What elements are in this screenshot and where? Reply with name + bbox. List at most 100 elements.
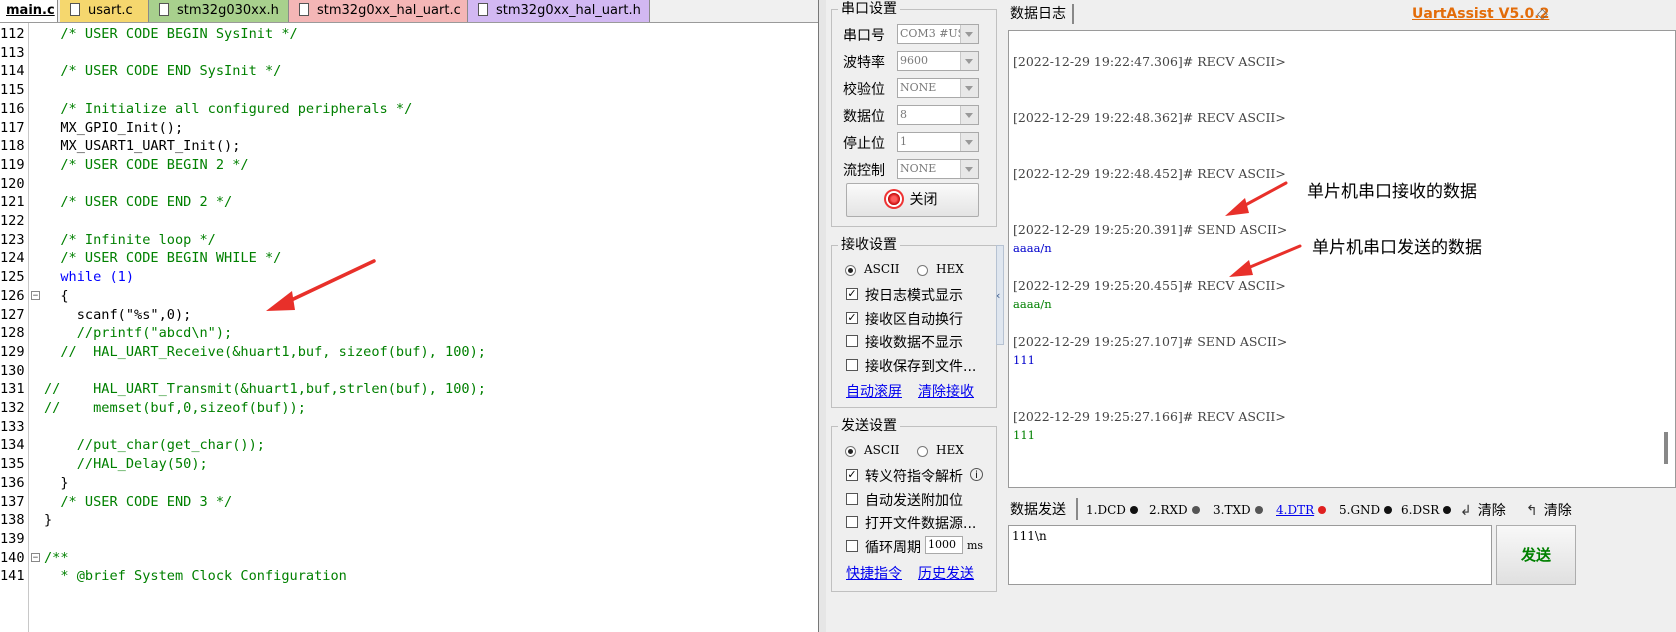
receive-log[interactable]: [2022-12-29 19:22:47.306]# RECV ASCII> [2…: [1008, 30, 1676, 488]
chevron-down-icon[interactable]: [960, 79, 978, 97]
code-line[interactable]: /* USER CODE BEGIN WHILE */: [44, 249, 281, 268]
option-label[interactable]: 打开文件数据源...: [865, 513, 976, 533]
history-send-link[interactable]: 历史发送: [918, 563, 974, 583]
info-icon[interactable]: i: [970, 468, 983, 481]
clear-recv-link[interactable]: 清除接收: [918, 381, 974, 401]
serial-field-select[interactable]: COM3 #USI: [897, 24, 979, 44]
recv-hex-radio[interactable]: [917, 265, 928, 276]
chevron-down-icon[interactable]: [960, 133, 978, 151]
send-hex-radio[interactable]: [917, 446, 928, 457]
code-line[interactable]: //put_char(get_char());: [44, 436, 265, 455]
serial-field-select[interactable]: 8: [897, 105, 979, 125]
code-line[interactable]: // HAL_UART_Receive(&huart1,buf, sizeof(…: [44, 343, 486, 362]
app-title-link[interactable]: UartAssist V5.0.2: [1412, 6, 1549, 22]
signal-led-icon: [1318, 506, 1327, 514]
log-scrollbar[interactable]: [1664, 432, 1668, 464]
option-checkbox[interactable]: [846, 539, 858, 552]
signal-led-icon: [1191, 506, 1200, 514]
option-label[interactable]: 转义符指令解析: [865, 466, 963, 486]
close-port-button[interactable]: 关闭: [846, 183, 979, 217]
chevron-down-icon[interactable]: [960, 52, 978, 70]
code-area[interactable]: 112 /* USER CODE BEGIN SysInit */113 114 …: [0, 23, 818, 632]
code-line[interactable]: /* USER CODE END 2 */: [44, 193, 232, 212]
code-line[interactable]: /* USER CODE END SysInit */: [44, 62, 281, 81]
line-number: 122: [0, 213, 25, 229]
option-label[interactable]: 自动发送附加位: [865, 490, 963, 510]
serial-field-select[interactable]: 9600: [897, 51, 979, 71]
quick-command-link[interactable]: 快捷指令: [846, 563, 902, 583]
code-line[interactable]: /* Infinite loop */: [44, 231, 216, 250]
send-hex-label: HEX: [936, 443, 964, 457]
serial-field-select[interactable]: NONE: [897, 159, 979, 179]
code-line[interactable]: //printf("abcd\n");: [44, 324, 233, 343]
code-line[interactable]: MX_USART1_UART_Init();: [44, 137, 240, 156]
signal-indicator: 3.TXD: [1213, 503, 1263, 517]
code-line[interactable]: MX_GPIO_Init();: [44, 119, 183, 138]
code-line[interactable]: /* Initialize all configured peripherals…: [44, 100, 412, 119]
code-line[interactable]: while (1): [44, 268, 134, 287]
option-checkbox[interactable]: [846, 358, 858, 371]
option-label[interactable]: 循环周期: [865, 537, 921, 557]
line-number: 125: [0, 269, 25, 286]
log-entry-header: [2022-12-29 19:25:20.391]# SEND ASCII>: [1013, 222, 1288, 237]
option-checkbox[interactable]: [846, 492, 858, 505]
chevron-down-icon[interactable]: [960, 106, 978, 124]
option-checkbox[interactable]: ✓: [846, 311, 858, 324]
log-entry-data: aaaa/n: [1013, 297, 1052, 311]
code-line[interactable]: /* USER CODE BEGIN SysInit */: [44, 25, 297, 44]
option-label[interactable]: 接收保存到文件...: [865, 356, 976, 376]
code-line[interactable]: /**: [44, 549, 69, 568]
auto-scroll-link[interactable]: 自动滚屏: [846, 381, 902, 401]
line-number: 132: [0, 400, 25, 416]
tab-hal-uart-h[interactable]: stm32g0xx_hal_uart.h: [468, 0, 650, 22]
clear-send-button[interactable]: ↲ 清除: [1460, 500, 1506, 520]
option-checkbox[interactable]: ✓: [846, 469, 858, 481]
select-value: 9600: [900, 54, 928, 67]
option-checkbox[interactable]: ✓: [846, 288, 858, 300]
port-status-led-icon: [887, 193, 900, 205]
clear-log-button[interactable]: ↰ 清除: [1526, 500, 1572, 520]
code-line[interactable]: // HAL_UART_Transmit(&huart1,buf,strlen(…: [44, 380, 486, 399]
code-line[interactable]: /* USER CODE BEGIN 2 */: [44, 156, 248, 175]
serial-field-select[interactable]: 1: [897, 132, 979, 152]
line-number: 118: [0, 138, 25, 155]
collapse-left-icon[interactable]: ‹: [996, 289, 1000, 302]
code-line[interactable]: }: [44, 511, 52, 530]
code-line[interactable]: scanf("%s",0);: [44, 306, 192, 325]
tab-stm32g030xx-h[interactable]: stm32g030xx.h: [149, 0, 289, 22]
tab-data-send[interactable]: 数据发送: [1010, 499, 1066, 519]
clear-arrow-icon: ↲: [1460, 503, 1472, 519]
chevron-down-icon[interactable]: [960, 160, 978, 178]
serial-field-select[interactable]: NONE: [897, 78, 979, 98]
option-checkbox[interactable]: [846, 335, 858, 347]
code-line[interactable]: //HAL_Delay(50);: [44, 455, 208, 474]
recv-settings-title: 接收设置: [838, 237, 900, 253]
line-number: 126: [0, 287, 25, 304]
signal-indicator[interactable]: 4.DTR: [1276, 503, 1327, 517]
diamond-icon[interactable]: ◇: [1537, 6, 1548, 22]
log-header: 数据日志 UartAssist V5.0.2 ◇: [1004, 0, 1676, 30]
period-input[interactable]: 1000: [925, 536, 963, 554]
chevron-down-icon[interactable]: [960, 25, 978, 43]
tab-usart-c[interactable]: usart.c: [60, 0, 149, 22]
tab-data-log[interactable]: 数据日志: [1010, 4, 1074, 24]
code-line[interactable]: {: [44, 287, 68, 306]
tab-hal-uart-c[interactable]: stm32g0xx_hal_uart.c: [289, 0, 468, 22]
send-input[interactable]: 111\n: [1008, 525, 1492, 585]
send-ascii-radio[interactable]: [845, 446, 856, 457]
option-checkbox[interactable]: [846, 516, 858, 528]
option-label[interactable]: 接收数据不显示: [865, 332, 963, 352]
tab-main-c[interactable]: main.c: [0, 0, 58, 22]
code-line[interactable]: /* USER CODE END 3 */: [44, 493, 232, 512]
editor-tab-bar: main.c usart.c stm32g030xx.h stm32g0xx_h…: [0, 0, 818, 23]
code-line[interactable]: * @brief System Clock Configuration: [44, 567, 346, 586]
serial-field-label: 数据位: [843, 109, 885, 125]
send-button[interactable]: 发送: [1496, 525, 1576, 585]
code-line[interactable]: // memset(buf,0,sizeof(buf));: [44, 399, 306, 418]
line-number: 117: [0, 119, 25, 136]
option-label[interactable]: 按日志模式显示: [865, 285, 963, 305]
recv-ascii-radio[interactable]: [845, 265, 856, 276]
option-label[interactable]: 接收区自动换行: [865, 309, 963, 329]
recv-hex-label: HEX: [936, 262, 964, 276]
code-line[interactable]: }: [44, 474, 68, 493]
